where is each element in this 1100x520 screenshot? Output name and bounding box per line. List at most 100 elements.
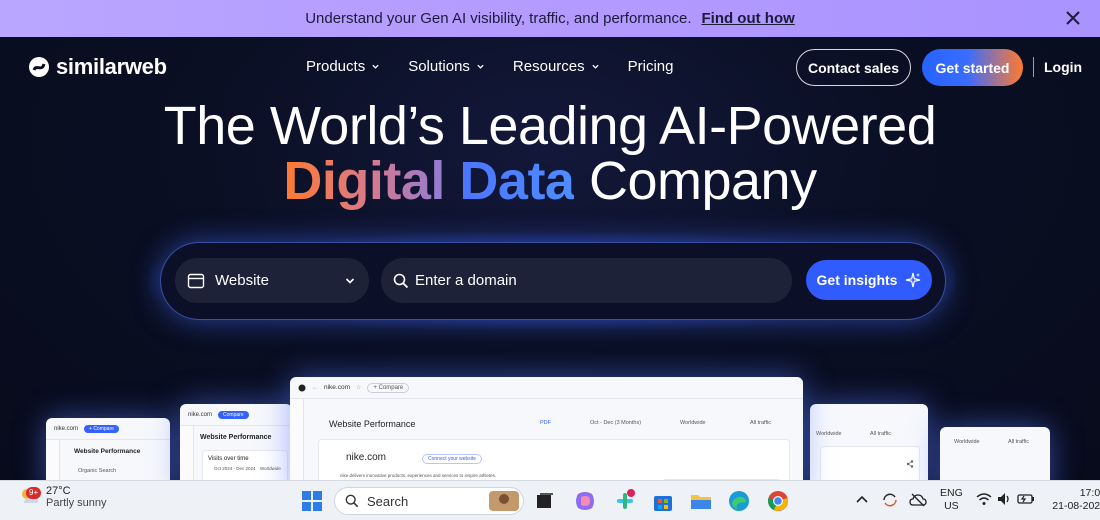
edge-icon[interactable] [726, 488, 752, 514]
weather-temp: 27°C [46, 485, 71, 497]
nav-resources[interactable]: Resources [513, 58, 600, 75]
contact-sales-button[interactable]: Contact sales [796, 49, 911, 86]
get-insights-button[interactable]: Get insights [806, 260, 932, 300]
nav-solutions-label: Solutions [408, 58, 470, 75]
hero-headline-line2: Digital Data Company [0, 150, 1100, 212]
headline-data: Data [459, 151, 575, 211]
hero-headline-line1: The World’s Leading AI-Powered [163, 96, 937, 156]
logo[interactable]: similarweb [28, 54, 167, 80]
search-highlight-icon [489, 491, 519, 511]
share-icon [906, 460, 914, 468]
copilot-icon[interactable] [572, 488, 598, 514]
nav-divider [1033, 57, 1034, 77]
lang-region: US [944, 500, 959, 512]
system-clock[interactable]: 17:04 21-08-2025 [1046, 487, 1100, 513]
chevron-up-icon[interactable] [852, 490, 872, 510]
visits-label: Visits over time [208, 456, 249, 462]
language-indicator[interactable]: ENG US [940, 487, 963, 513]
traffic-value: All traffic [750, 420, 771, 426]
type-select-value: Website [215, 272, 269, 289]
login-link[interactable]: Login [1044, 59, 1082, 75]
region-dropdown: Worldwide [680, 420, 706, 426]
type-select[interactable]: Website [175, 258, 369, 303]
visits-panel [202, 450, 288, 480]
hero-section: similarweb Products Solutions Resources … [0, 37, 1100, 480]
star-icon: ☆ [356, 385, 362, 391]
browser-window-icon [187, 273, 205, 288]
chevron-down-icon [591, 64, 599, 69]
get-started-button[interactable]: Get started [922, 49, 1023, 86]
similarweb-logo-icon [298, 384, 306, 391]
visits-region: Worldwide [260, 466, 281, 471]
traffic-dropdown: All traffic [1008, 439, 1029, 445]
compare-button: Compare [218, 410, 249, 419]
nav-products[interactable]: Products [306, 58, 380, 75]
dashboard-card-right1: Worldwide All traffic [810, 404, 928, 480]
get-insights-label: Get insights [816, 272, 898, 288]
chevron-down-icon [345, 278, 355, 284]
sync-icon[interactable] [880, 490, 900, 510]
close-icon[interactable] [1064, 9, 1082, 27]
card-title: Website Performance [74, 448, 141, 455]
dashboard-card-right2: Worldwide All traffic [940, 427, 1050, 480]
windows-start-icon[interactable] [299, 488, 325, 514]
card-sidebar [46, 440, 60, 480]
search-icon [393, 273, 409, 288]
promo-banner: Understand your Gen AI visibility, traff… [0, 0, 1100, 37]
card-sidebar [290, 399, 304, 480]
domain-placeholder: Enter a domain [415, 272, 517, 289]
card-title: Website Performance [329, 419, 416, 429]
region-dropdown: Worldwide [954, 439, 980, 445]
battery-icon[interactable] [1016, 490, 1036, 508]
volume-icon[interactable] [995, 490, 1013, 508]
weather-widget[interactable]: 27°C Partly sunny 9+ [18, 485, 107, 509]
card-toolbar: nike.com + Compare [46, 418, 170, 440]
taskbar-search[interactable]: Search [334, 487, 524, 515]
slack-icon[interactable] [612, 488, 638, 514]
card-toolbar: nike.com Compare [180, 404, 292, 426]
cloud-off-icon[interactable] [908, 490, 928, 510]
headline-digital: Digital [283, 151, 445, 211]
taskbar: 27°C Partly sunny 9+ Search ENG US 17:0 … [0, 480, 1100, 520]
weather-badge: 9+ [26, 487, 42, 499]
wifi-icon[interactable] [975, 490, 993, 508]
region-value: Worldwide [816, 431, 842, 437]
connect-website-button: Connect your website [422, 454, 483, 464]
dashboard-card-left1: nike.com + Compare Website Performance O… [46, 418, 170, 480]
chevron-down-icon [372, 64, 379, 69]
taskbar-search-label: Search [367, 493, 409, 509]
search-icon [345, 494, 359, 508]
promo-link[interactable]: Find out how [701, 10, 794, 27]
site-label: nike.com [346, 452, 387, 463]
logo-text: similarweb [56, 54, 167, 79]
back-icon: ← [312, 384, 318, 391]
visits-dates: Oct 2024 - Dec 2024 [214, 466, 256, 471]
card-toolbar [810, 404, 928, 426]
nav-pricing[interactable]: Pricing [628, 58, 674, 75]
clock-date: 21-08-2025 [1052, 500, 1100, 512]
card-title: Website Performance [200, 434, 272, 441]
nav-solutions[interactable]: Solutions [408, 58, 485, 75]
promo-text: Understand your Gen AI visibility, traff… [305, 10, 692, 27]
clock-time: 17:04 [1079, 487, 1100, 499]
traffic-value: All traffic [1008, 439, 1029, 445]
traffic-value: All traffic [870, 431, 891, 437]
nav-pricing-label: Pricing [627, 58, 674, 75]
pdf-label: PDF [540, 420, 551, 426]
pdf-button: PDF [540, 420, 551, 426]
card-domain: nike.com [188, 411, 213, 418]
card-toolbar: ← nike.com ☆ + Compare [290, 377, 803, 399]
chrome-icon[interactable] [765, 488, 791, 514]
headline-company: Company [588, 151, 817, 211]
domain-input[interactable]: Enter a domain [381, 258, 792, 303]
store-icon[interactable] [650, 488, 676, 514]
nav-resources-label: Resources [512, 58, 585, 75]
dashboard-card-main: ← nike.com ☆ + Compare Website Performan… [290, 377, 803, 480]
task-view-icon[interactable] [532, 488, 558, 514]
weather-condition: Partly sunny [46, 497, 107, 509]
site-description: nike delivers innovative products, exper… [340, 473, 497, 478]
similarweb-logo-icon [29, 57, 49, 77]
dashboard-card-left2: nike.com Compare Website Performance Vis… [180, 404, 292, 480]
card-sidebar [180, 426, 194, 480]
file-explorer-icon[interactable] [688, 488, 714, 514]
